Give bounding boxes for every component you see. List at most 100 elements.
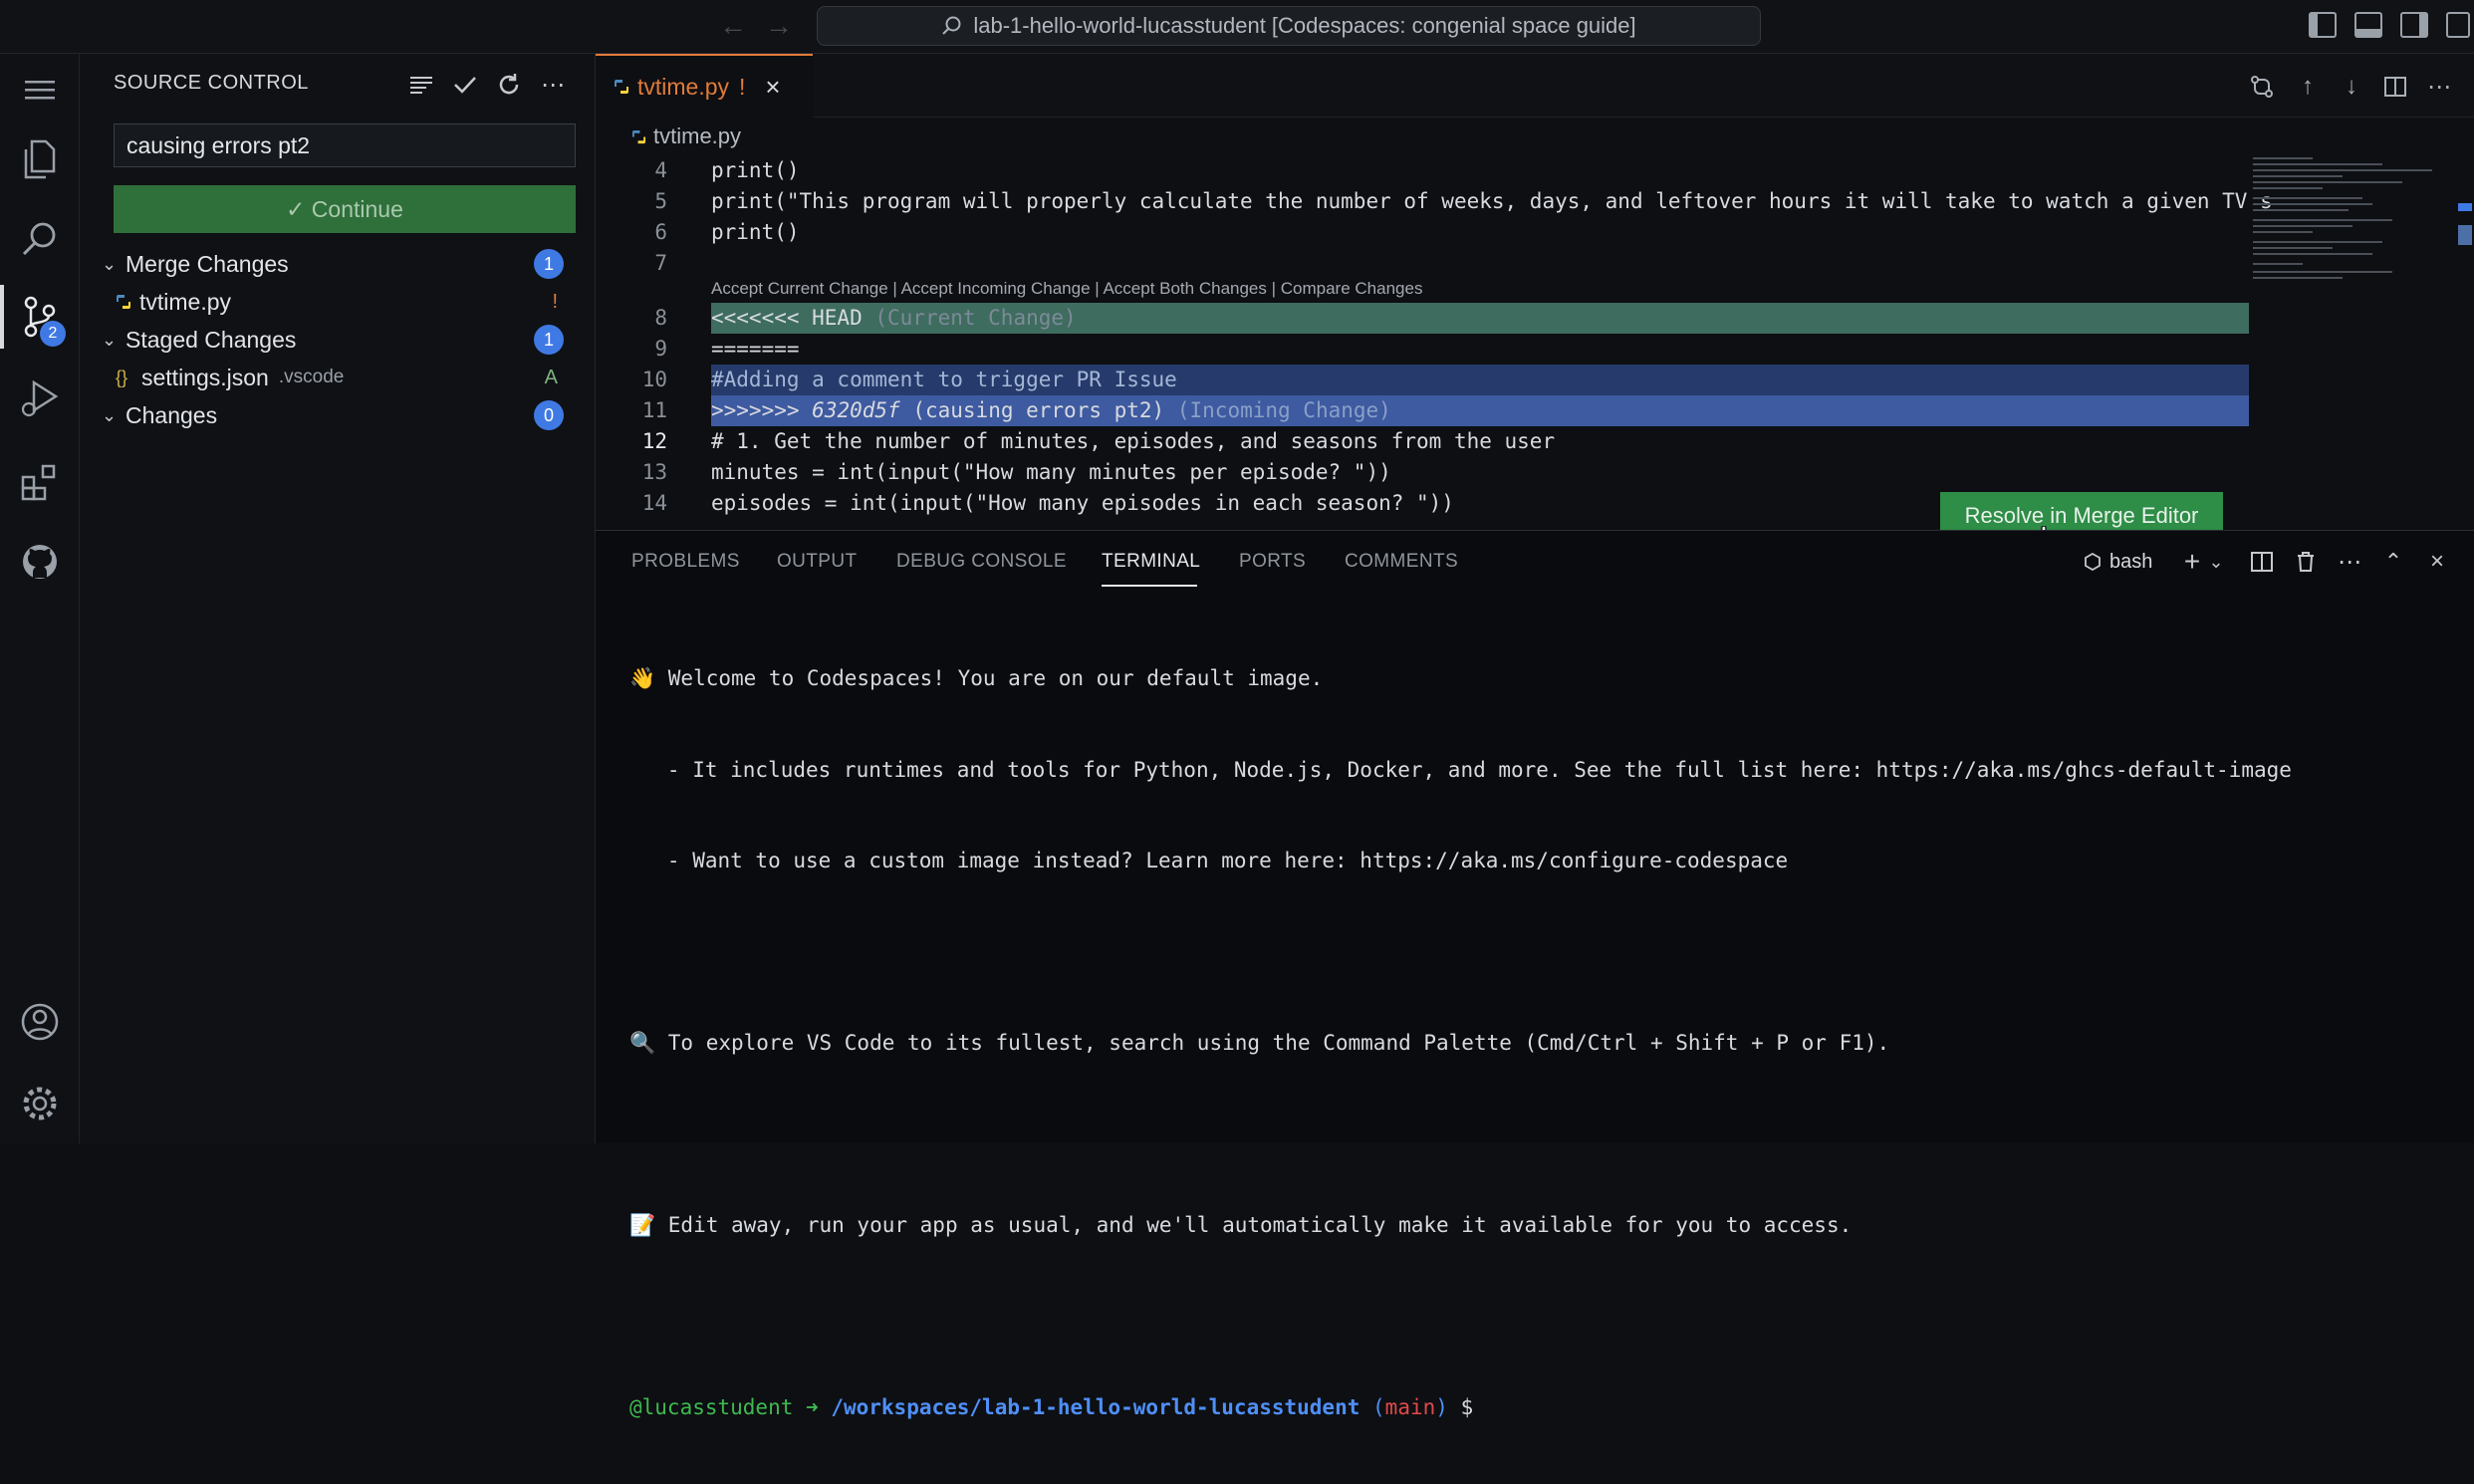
changes-label: Changes <box>125 401 218 428</box>
minimap-conflict-marker <box>2458 203 2472 211</box>
merge-file-tvtime[interactable]: tvtime.py ! <box>80 283 596 321</box>
minimap[interactable] <box>2249 149 2474 528</box>
title-bar: ← → lab-1-hello-world-lucasstudent [Code… <box>0 0 2474 54</box>
merge-file-name: tvtime.py <box>139 288 232 315</box>
conflict-status: ! <box>552 290 558 313</box>
tab-comments[interactable]: COMMENTS <box>1345 551 1458 573</box>
tab-label: tvtime.py <box>637 73 730 100</box>
toggle-secondary-sidebar-icon[interactable] <box>2400 12 2428 38</box>
staged-changes-group[interactable]: ⌄ Staged Changes 1 <box>80 321 596 359</box>
back-arrow-icon[interactable]: ← <box>719 10 747 42</box>
tab-problems[interactable]: PROBLEMS <box>631 551 740 573</box>
tab-terminal[interactable]: TERMINAL <box>1102 551 1200 573</box>
more-actions-icon[interactable]: ⋯ <box>2424 72 2454 102</box>
merge-changes-label: Merge Changes <box>125 250 289 277</box>
toggle-primary-sidebar-icon[interactable] <box>2309 12 2337 38</box>
terminal-line: 🔍 To explore VS Code to its fullest, sea… <box>629 1031 1890 1055</box>
command-center[interactable]: lab-1-hello-world-lucasstudent [Codespac… <box>817 6 1761 46</box>
tab-tvtime[interactable]: tvtime.py ! × <box>596 54 813 118</box>
forward-arrow-icon[interactable]: → <box>765 10 793 42</box>
python-file-icon <box>614 79 637 95</box>
code-line: 13 minutes = int(input("How many minutes … <box>641 460 1391 484</box>
terminal-shell-icon <box>2085 553 2101 571</box>
python-file-icon <box>116 294 135 310</box>
split-terminal-icon[interactable] <box>2247 545 2277 579</box>
sidebar-title: SOURCE CONTROL <box>114 72 309 94</box>
activity-bar: 2 <box>0 54 80 1143</box>
staged-file-settings[interactable]: {} settings.json .vscode A <box>80 359 596 396</box>
tab-conflict-status: ! <box>739 73 746 100</box>
terminal-output[interactable]: 👋 Welcome to Codespaces! You are on our … <box>629 603 2292 1484</box>
accounts-icon[interactable] <box>16 998 64 1046</box>
changes-group[interactable]: ⌄ Changes 0 <box>80 396 596 434</box>
more-actions-icon[interactable]: ⋯ <box>538 70 568 100</box>
explorer-icon[interactable] <box>16 135 64 183</box>
active-tab-indicator <box>1102 585 1197 587</box>
more-actions-icon[interactable]: ⋯ <box>2335 545 2364 579</box>
view-as-list-icon[interactable] <box>406 70 436 100</box>
command-center-label: lab-1-hello-world-lucasstudent [Codespac… <box>973 13 1636 38</box>
next-conflict-icon[interactable]: ↓ <box>2337 72 2366 102</box>
source-control-sidebar: SOURCE CONTROL ⋯ ✓ Continue ⌄ Merge Chan… <box>80 54 596 1143</box>
breadcrumb-file: tvtime.py <box>653 124 742 148</box>
breadcrumb[interactable]: tvtime.py <box>631 124 741 149</box>
split-editor-icon[interactable] <box>2380 72 2410 102</box>
staged-changes-count: 1 <box>534 325 564 355</box>
previous-conflict-icon[interactable]: ↑ <box>2293 72 2323 102</box>
editor-tab-bar: tvtime.py ! × ↑ ↓ ⋯ <box>596 54 2474 118</box>
menu-icon[interactable] <box>16 66 64 114</box>
extensions-icon[interactable] <box>16 458 64 506</box>
merge-changes-count: 1 <box>534 249 564 279</box>
merge-codelens-actions[interactable]: Accept Current Change | Accept Incoming … <box>711 279 1422 299</box>
chevron-down-icon: ⌄ <box>102 329 118 350</box>
code-line: 5 print("This program will properly calcu… <box>654 189 2273 213</box>
tab-output[interactable]: OUTPUT <box>777 551 858 573</box>
code-line-current-marker: 8 <<<<<<< HEAD (Current Change) <box>654 306 1077 330</box>
tab-debug-console[interactable]: DEBUG CONSOLE <box>896 551 1067 573</box>
chevron-down-icon[interactable]: ⌄ <box>2201 545 2231 579</box>
maximize-panel-icon[interactable]: ⌃ <box>2378 545 2408 579</box>
search-icon[interactable] <box>16 215 64 263</box>
settings-gear-icon[interactable] <box>16 1080 64 1127</box>
merge-changes-group[interactable]: ⌄ Merge Changes 1 <box>80 245 596 283</box>
code-line: 10 #Adding a comment to trigger PR Issue <box>641 368 1177 391</box>
active-view-indicator <box>0 285 4 349</box>
refresh-icon[interactable] <box>494 70 524 100</box>
chevron-down-icon: ⌄ <box>102 404 118 425</box>
code-line: 7 <box>654 251 667 275</box>
code-line: 12 # 1. Get the number of minutes, episod… <box>641 429 1556 453</box>
python-file-icon <box>631 129 653 144</box>
code-line: 6 print() <box>654 220 800 244</box>
staged-changes-label: Staged Changes <box>125 326 297 353</box>
toggle-panel-icon[interactable] <box>2354 12 2382 38</box>
terminal-shell-selector[interactable]: bash <box>2084 545 2173 579</box>
trash-icon[interactable] <box>2291 545 2321 579</box>
open-changes-icon[interactable] <box>2247 72 2277 102</box>
json-file-icon: {} <box>116 367 128 387</box>
search-icon <box>942 16 961 35</box>
staged-file-name: settings.json <box>141 364 269 390</box>
terminal-line: - It includes runtimes and tools for Pyt… <box>629 757 2292 782</box>
source-control-badge: 2 <box>40 321 66 347</box>
shell-name: bash <box>2109 550 2153 573</box>
continue-button[interactable]: ✓ Continue <box>114 185 576 233</box>
added-status: A <box>544 366 558 388</box>
run-debug-icon[interactable] <box>16 374 64 422</box>
customize-layout-icon[interactable] <box>2446 12 2470 38</box>
minimap-scroll-marker <box>2458 225 2472 245</box>
changes-count: 0 <box>534 400 564 430</box>
commit-check-icon[interactable] <box>450 70 480 100</box>
chevron-down-icon: ⌄ <box>102 253 118 274</box>
terminal-prompt: @lucasstudent ➜ /workspaces/lab-1-hello-… <box>629 1395 1474 1419</box>
github-icon[interactable] <box>16 538 64 586</box>
close-panel-icon[interactable]: × <box>2422 545 2452 579</box>
code-line-incoming-marker: 11 >>>>>>> 6320d5f (causing errors pt2) (… <box>641 398 1391 422</box>
close-icon[interactable]: × <box>765 72 780 103</box>
code-line: 9 ======= <box>654 337 800 361</box>
tab-ports[interactable]: PORTS <box>1239 551 1306 573</box>
commit-message-input[interactable] <box>114 124 576 167</box>
bottom-panel: PROBLEMS OUTPUT DEBUG CONSOLE TERMINAL P… <box>596 530 2474 1419</box>
